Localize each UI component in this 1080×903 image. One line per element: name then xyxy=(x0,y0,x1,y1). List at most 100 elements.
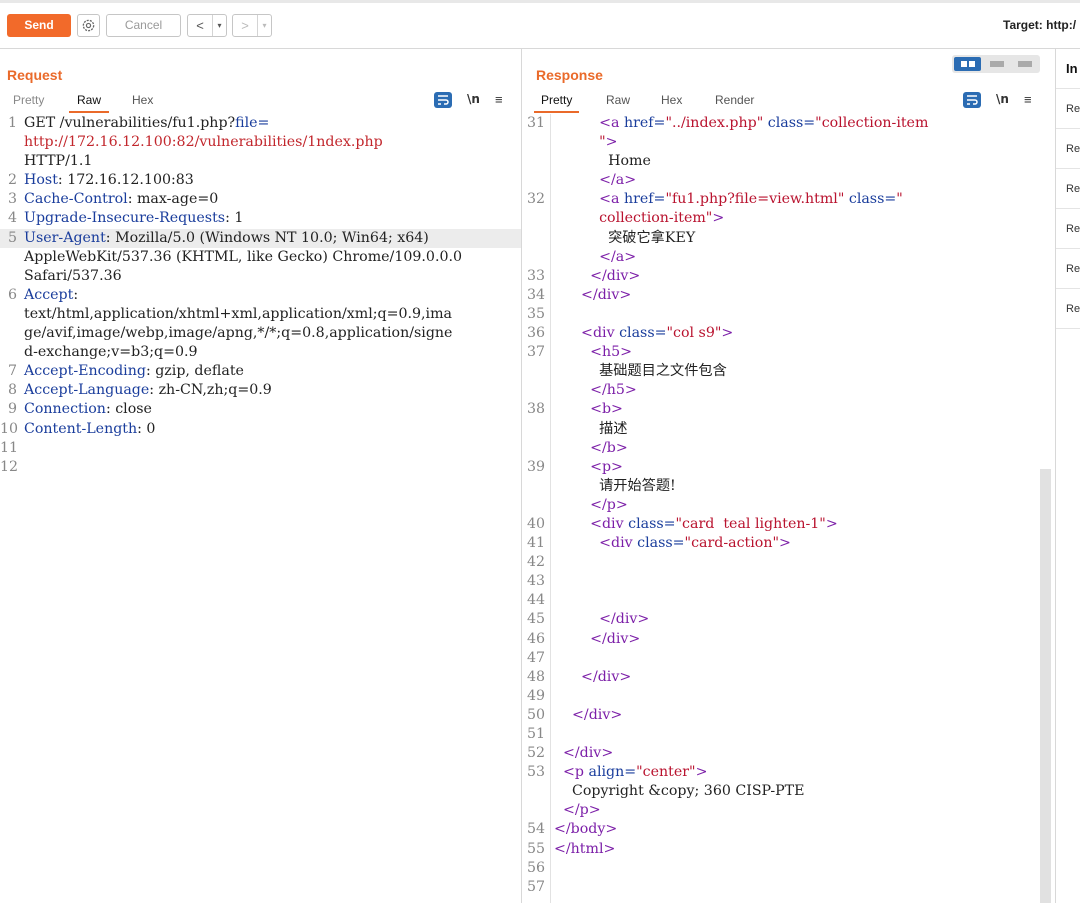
inspector-row[interactable]: Re xyxy=(1056,209,1080,249)
code-text: </p> xyxy=(554,801,601,820)
inspector-row[interactable]: Re xyxy=(1056,249,1080,289)
send-button[interactable]: Send xyxy=(7,14,71,37)
response-title: Response xyxy=(536,67,603,83)
line-number: 38 xyxy=(526,401,545,418)
code-line: 10 Content-Length: 0 xyxy=(0,420,521,439)
code-token: class= xyxy=(763,115,816,131)
code-line: 8 Accept-Language: zh-CN,zh;q=0.9 xyxy=(0,381,521,400)
code-text: <div class="card teal lighten-1"> xyxy=(554,515,838,534)
code-line: "> xyxy=(523,133,1055,152)
code-token: class= xyxy=(844,191,897,208)
request-editor[interactable]: 1 GET /vulnerabilities/fu1.php?file= http:… xyxy=(0,114,521,903)
code-line: Safari/537.36 xyxy=(0,267,521,286)
word-wrap-icon[interactable] xyxy=(434,92,452,108)
response-tab-pretty[interactable]: Pretty xyxy=(534,93,580,113)
code-text: Accept-Encoding: gzip, deflate xyxy=(24,362,244,381)
code-text: AppleWebKit/537.36 (KHTML, like Gecko) C… xyxy=(24,248,462,267)
code-text: <p align="center"> xyxy=(554,763,707,782)
line-number: 53 xyxy=(526,764,545,781)
code-line: 5 User-Agent: Mozilla/5.0 (Windows NT 10.… xyxy=(0,228,521,248)
code-text: </a> xyxy=(554,171,636,190)
line-number: 49 xyxy=(526,687,545,704)
response-tab-raw[interactable]: Raw xyxy=(606,93,630,113)
response-viewer[interactable]: 31 <a href="../index.php" class="collect… xyxy=(523,114,1055,903)
code-token: "center" xyxy=(636,764,696,781)
line-number: 41 xyxy=(526,535,545,552)
inspector-row[interactable]: Re xyxy=(1056,89,1080,129)
horizontal-view-icon[interactable] xyxy=(983,57,1010,71)
forward-dropdown-icon[interactable]: ▾ xyxy=(258,15,271,36)
code-token: 突破它拿KEY xyxy=(554,229,696,246)
code-token: GET /vulnerabilities/fu1.php? xyxy=(24,115,236,131)
code-line: 3 Cache-Control: max-age=0 xyxy=(0,190,521,209)
code-text: <a href="../index.php" class="collection… xyxy=(554,114,928,133)
code-line: </b> xyxy=(523,439,1055,458)
line-number: 35 xyxy=(526,305,545,322)
newline-toggle-icon[interactable]: \n xyxy=(467,92,480,106)
code-text: </div> xyxy=(554,267,640,286)
code-line: 34 </div> xyxy=(523,286,1055,305)
request-view-tools: \n ≡ xyxy=(434,92,514,110)
request-tab-raw[interactable]: Raw xyxy=(69,93,110,113)
code-text: Safari/537.36 xyxy=(24,267,122,286)
code-line: 46 </div> xyxy=(523,630,1055,649)
cancel-button[interactable]: Cancel xyxy=(106,14,181,37)
line-number: 40 xyxy=(526,515,545,532)
inspector-row[interactable]: Re xyxy=(1056,289,1080,329)
inspector-row[interactable]: Re xyxy=(1056,169,1080,209)
code-text: </div> xyxy=(554,630,640,649)
menu-icon[interactable]: ≡ xyxy=(495,92,503,107)
history-forward-group[interactable]: > ▾ xyxy=(232,14,272,37)
newline-toggle-icon[interactable]: \n xyxy=(996,92,1009,106)
code-token: : 172.16.12.100:83 xyxy=(57,172,194,189)
code-token: <b> xyxy=(554,401,623,418)
line-number: 45 xyxy=(526,611,545,628)
code-text: Host: 172.16.12.100:83 xyxy=(24,171,194,190)
line-number: 52 xyxy=(526,745,545,762)
split-view-icon[interactable] xyxy=(954,57,981,71)
request-tab-hex[interactable]: Hex xyxy=(132,93,153,113)
code-token: text/html,application/xhtml+xml,applicat… xyxy=(24,305,453,322)
code-line: 50 </div> xyxy=(523,706,1055,725)
line-number: 9 xyxy=(7,401,17,418)
code-token: " xyxy=(554,134,606,151)
code-line: 35 xyxy=(523,305,1055,324)
target-label[interactable]: Target: http:/ xyxy=(1003,18,1076,32)
code-line: </p> xyxy=(523,801,1055,820)
response-tab-render[interactable]: Render xyxy=(715,93,754,113)
code-token: : max-age=0 xyxy=(127,191,219,208)
layout-toggle[interactable] xyxy=(952,55,1040,73)
chevron-right-icon[interactable]: > xyxy=(233,15,258,36)
code-text: </div> xyxy=(554,286,631,305)
code-text: </b> xyxy=(554,439,628,458)
word-wrap-icon[interactable] xyxy=(963,92,981,108)
back-dropdown-icon[interactable]: ▾ xyxy=(213,15,226,36)
settings-button[interactable] xyxy=(77,14,100,37)
chevron-left-icon[interactable]: < xyxy=(188,15,213,36)
code-line: 42 xyxy=(523,553,1055,572)
code-line: </a> xyxy=(523,248,1055,267)
code-line: 54 </body> xyxy=(523,820,1055,839)
line-number: 10 xyxy=(0,420,19,437)
code-token: "fu1.php?file=view.html" xyxy=(665,191,845,208)
code-token: </div> xyxy=(554,630,641,647)
code-token: </a> xyxy=(554,248,637,265)
toolbar: Send Cancel < ▾ > ▾ Target: http:/ xyxy=(0,0,1080,49)
code-text: <div class="col s9"> xyxy=(554,324,733,343)
code-token: 基础题目之文件包含 xyxy=(554,363,727,380)
menu-icon[interactable]: ≡ xyxy=(1024,92,1032,107)
code-token: > xyxy=(712,210,725,227)
history-back-group[interactable]: < ▾ xyxy=(187,14,227,37)
code-line: 6 Accept: xyxy=(0,286,521,305)
request-tab-pretty[interactable]: Pretty xyxy=(13,93,44,113)
line-number: 55 xyxy=(526,840,545,857)
code-token: 请开始答题! xyxy=(554,477,676,494)
code-line: 描述 xyxy=(523,420,1055,439)
tabbed-view-icon[interactable] xyxy=(1011,57,1038,71)
response-scrollbar[interactable] xyxy=(1040,469,1051,903)
line-number: 47 xyxy=(526,649,545,666)
code-token: Accept xyxy=(24,286,74,303)
response-tab-hex[interactable]: Hex xyxy=(661,93,682,113)
inspector-row[interactable]: Re xyxy=(1056,129,1080,169)
inspector-title[interactable]: In xyxy=(1066,61,1078,76)
